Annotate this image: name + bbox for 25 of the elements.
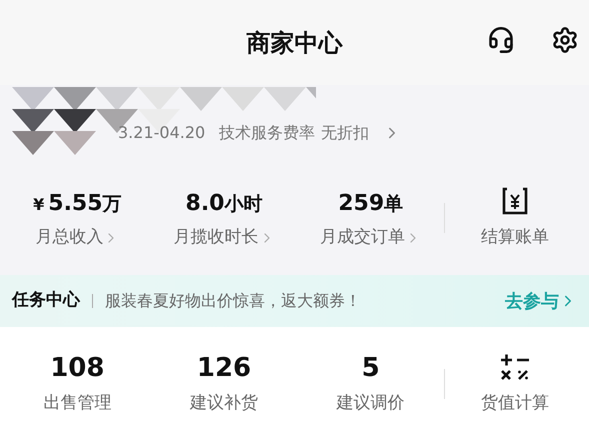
- fee-label: 技术服务费率: [219, 122, 316, 144]
- task-message: 服装春夏好物出价惊喜，返大额券！: [105, 290, 361, 312]
- metric-label: 货值计算: [481, 392, 550, 415]
- period-text: 3.21-04.20: [118, 122, 206, 144]
- metric-label: 建议调价: [336, 392, 405, 415]
- metric-label: 出售管理: [43, 392, 112, 415]
- metric-value: 8.0小时: [186, 193, 262, 215]
- metric-value: 5: [362, 355, 380, 381]
- join-link[interactable]: 去参与: [505, 288, 577, 314]
- metric-label[interactable]: 月成交订单: [320, 225, 406, 250]
- task-title: 任务中心: [12, 289, 80, 312]
- receipt-icon: [502, 187, 528, 215]
- metric-label: 结算账单: [481, 226, 550, 249]
- metric-value: ¥ 5.55万: [33, 193, 122, 215]
- metric-value: 108: [50, 355, 104, 381]
- fee-value: 无折扣: [321, 122, 370, 144]
- metric-label: 建议补货: [190, 392, 258, 415]
- metric-label[interactable]: 月揽收时长: [174, 225, 258, 250]
- calculator-icon: [500, 353, 530, 381]
- metric-value: 126: [196, 355, 252, 381]
- headset-icon[interactable]: [487, 26, 515, 54]
- metric-label[interactable]: 月总收入: [35, 225, 104, 250]
- metric-value: 259单: [338, 193, 404, 215]
- settings-icon[interactable]: [551, 26, 579, 54]
- page-title: 商家中心: [246, 28, 342, 58]
